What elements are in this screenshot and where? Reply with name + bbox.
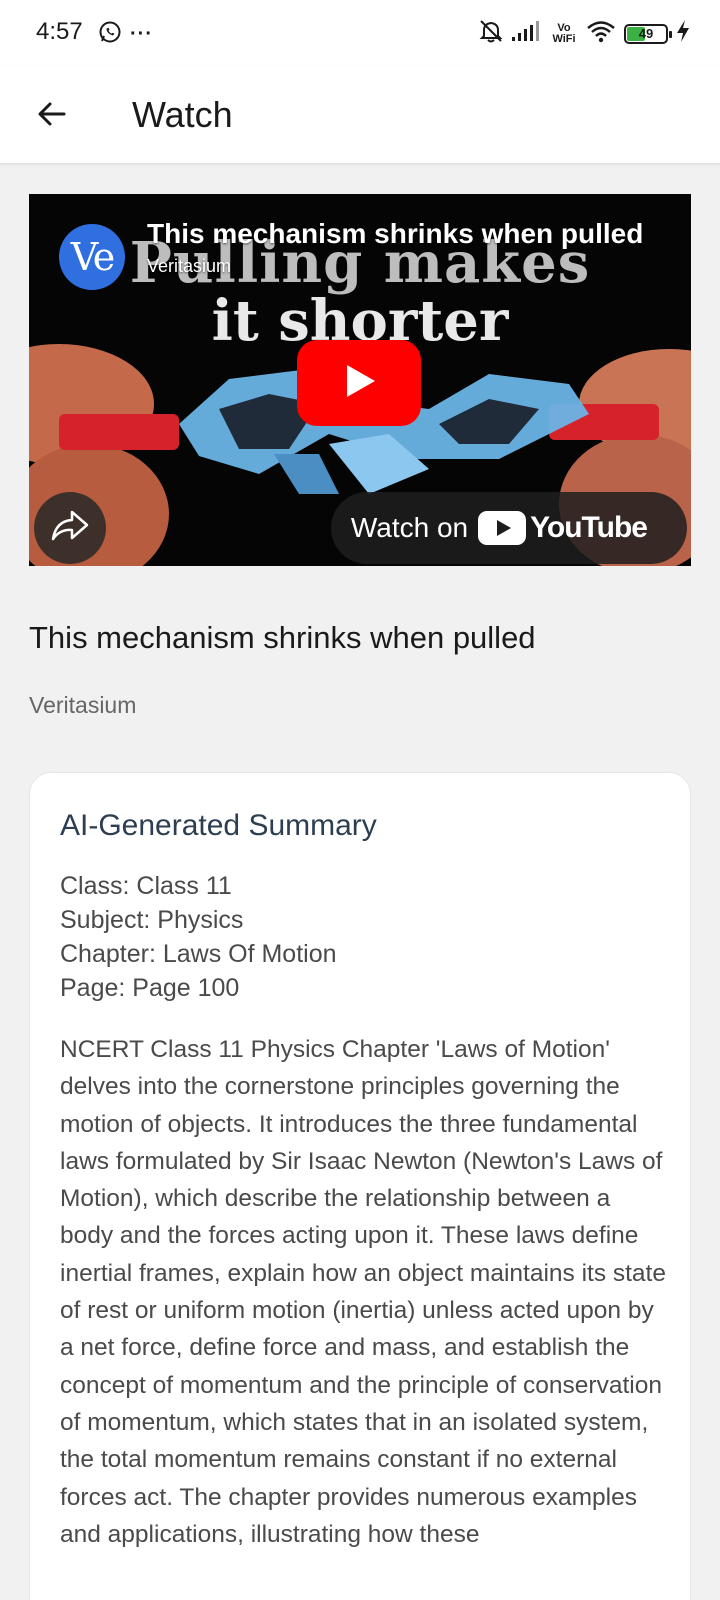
share-arrow-icon — [50, 509, 90, 548]
summary-card: AI-Generated Summary Class: Class 11 Sub… — [29, 772, 691, 1600]
share-button[interactable] — [34, 492, 106, 564]
watch-on-label: Watch on — [350, 512, 469, 543]
vowifi-label: Vo WiFi — [552, 21, 576, 45]
video-player[interactable]: Pulling makes it shorter Ve This mechani… — [29, 194, 691, 566]
meta-class: Class: Class 11 — [60, 872, 232, 900]
channel-name: Veritasium — [29, 692, 137, 718]
summary-heading: AI-Generated Summary — [60, 809, 377, 842]
whatsapp-icon — [98, 20, 122, 49]
channel-avatar[interactable]: Ve — [59, 224, 125, 290]
watch-on-youtube-button[interactable]: Watch on YouTube — [330, 492, 687, 564]
youtube-wordmark: YouTube — [530, 511, 648, 544]
back-button[interactable] — [26, 90, 78, 142]
battery-level: 49 — [638, 26, 654, 41]
signal-icon — [512, 21, 542, 46]
mute-bell-icon — [478, 18, 504, 49]
status-time: 4:57 — [36, 18, 83, 45]
youtube-logo: YouTube — [478, 511, 648, 545]
status-bar: 4:57 ··· Vo WiFi 49 — [0, 0, 720, 66]
play-icon — [339, 361, 379, 406]
app-bar: Watch — [0, 66, 720, 164]
video-overlay-title[interactable]: This mechanism shrinks when pulled — [147, 218, 643, 250]
play-button[interactable] — [297, 340, 421, 426]
charging-icon — [676, 20, 690, 47]
more-dots: ··· — [130, 23, 153, 45]
wifi-icon — [586, 19, 616, 48]
meta-subject: Subject: Physics — [60, 906, 244, 934]
arrow-left-icon — [36, 98, 68, 135]
video-title: This mechanism shrinks when pulled — [29, 620, 536, 655]
youtube-play-icon — [478, 511, 527, 545]
meta-page: Page: Page 100 — [60, 974, 240, 1002]
battery-icon: 49 — [624, 23, 672, 44]
meta-chapter: Chapter: Laws Of Motion — [60, 940, 337, 968]
summary-body: NCERT Class 11 Physics Chapter 'Laws of … — [60, 1036, 666, 1548]
summary-meta: Class: Class 11 Subject: Physics Chapter… — [60, 869, 337, 1005]
page-title: Watch — [132, 94, 233, 135]
video-overlay-channel[interactable]: Veritasium — [147, 256, 231, 277]
